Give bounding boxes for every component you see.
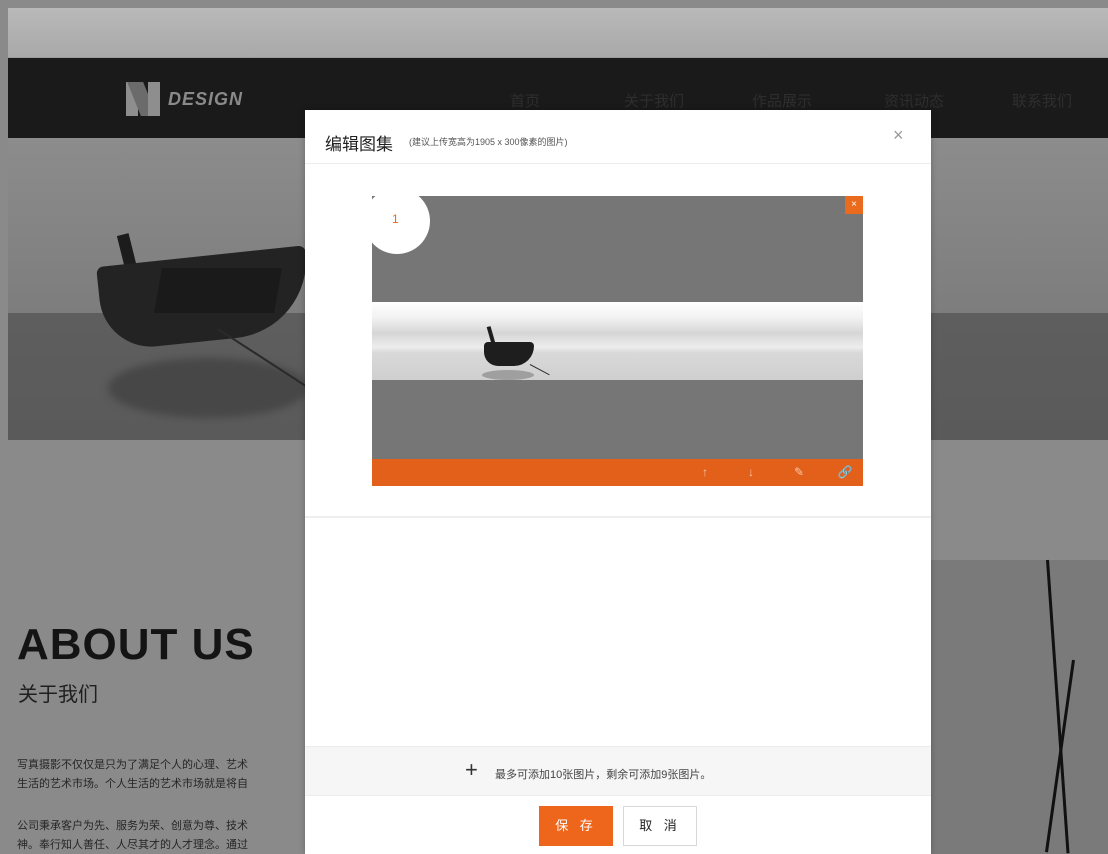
modal-header: 编辑图集 (建议上传宽高为1905 x 300像素的图片) × [305, 110, 931, 164]
delete-image-icon[interactable]: × [845, 196, 863, 214]
modal-title: 编辑图集 [325, 135, 393, 154]
site-logo: DESIGN [126, 82, 243, 116]
about-paragraph-line: 公司秉承客户为先、服务为荣、创意为尊、技术 [17, 820, 248, 832]
gallery-image-list: 1 × ↑ ↓ ✎ 🔗 [305, 164, 931, 518]
image-index-number: 1 [392, 212, 399, 226]
add-icon[interactable]: + [465, 757, 478, 783]
image-action-bar: ↑ ↓ ✎ 🔗 [372, 459, 863, 486]
about-paragraph-line: 写真摄影不仅仅是只为了满足个人的心理、艺术 [17, 759, 248, 771]
gallery-image-card[interactable]: 1 × ↑ ↓ ✎ 🔗 [372, 196, 863, 486]
save-button[interactable]: 保 存 [539, 806, 613, 846]
edit-gallery-modal: 编辑图集 (建议上传宽高为1905 x 300像素的图片) × 1 × ↑ ↓ … [305, 110, 931, 854]
logo-text: DESIGN [168, 88, 244, 109]
nav-item-about: 关于我们 [624, 93, 685, 110]
nav-item-works: 作品展示 [752, 93, 813, 110]
about-paragraph-line: 生活的艺术市场。个人生活的艺术市场就是将自 [17, 778, 248, 790]
browser-top-strip [8, 8, 1108, 58]
modal-size-hint: (建议上传宽高为1905 x 300像素的图片) [409, 137, 568, 147]
link-icon[interactable]: 🔗 [834, 462, 856, 482]
about-subheading: 关于我们 [18, 684, 98, 706]
logo-n-icon [126, 82, 160, 116]
add-image-bar[interactable]: + 最多可添加10张图片，剩余可添加9张图片。 [305, 746, 931, 796]
close-icon[interactable]: × [893, 125, 904, 146]
about-heading: ABOUT US [17, 620, 255, 669]
nav-item-contact: 联系我们 [1012, 93, 1073, 110]
about-paragraph-line: 神。奉行知人善任、人尽其才的人才理念。通过 [17, 839, 248, 851]
modal-footer: 保 存 取 消 [305, 796, 931, 854]
edit-icon[interactable]: ✎ [788, 462, 810, 482]
gallery-image-thumbnail [372, 302, 863, 380]
nav-item-news: 资讯动态 [884, 93, 945, 110]
image-index-badge [372, 196, 430, 254]
move-up-icon[interactable]: ↑ [694, 462, 716, 482]
nav-item-home: 首页 [510, 93, 541, 110]
side-photo [930, 560, 1108, 854]
move-down-icon[interactable]: ↓ [740, 462, 762, 482]
add-image-text: 最多可添加10张图片，剩余可添加9张图片。 [495, 769, 712, 781]
cancel-button[interactable]: 取 消 [623, 806, 697, 846]
